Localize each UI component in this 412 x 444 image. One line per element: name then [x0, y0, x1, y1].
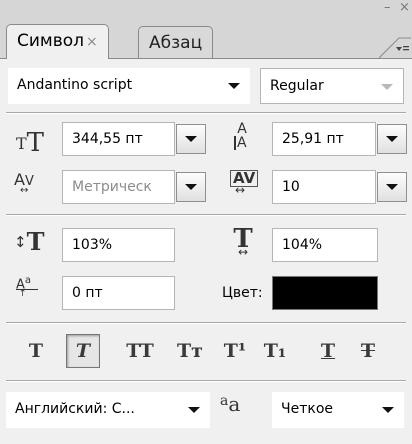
font-style-select[interactable]: Regular [260, 68, 404, 104]
divider [6, 112, 406, 114]
font-size-input[interactable]: 344,55 пт [62, 122, 175, 156]
tab-character[interactable]: Символ × [6, 24, 109, 59]
underline-button[interactable]: T [316, 336, 340, 366]
small-caps-button[interactable]: Tт [174, 336, 206, 366]
tab-paragraph-label: Абзац [149, 33, 203, 53]
chevron-down-icon [386, 184, 398, 190]
chevron-down-icon [386, 136, 398, 142]
minimize-icon[interactable]: – [384, 1, 391, 14]
tracking-input[interactable]: 10 [272, 170, 376, 204]
font-style-value: Regular [270, 78, 324, 94]
language-value: Английский: С... [15, 401, 135, 417]
horizontal-scale-value: 104% [282, 237, 323, 253]
vertical-scale-icon: ↕T [14, 227, 45, 256]
close-icon[interactable]: × [399, 1, 410, 14]
horizontal-scale-icon: T ↔ [233, 224, 253, 259]
chevron-down-icon [228, 83, 240, 89]
font-size-value: 344,55 пт [72, 131, 143, 147]
tracking-icon: AV ↔ [230, 170, 260, 196]
language-select[interactable]: Английский: С... [6, 392, 210, 428]
vertical-scale-value: 103% [72, 237, 113, 253]
color-swatch[interactable] [272, 276, 378, 310]
font-family-select[interactable]: Andantino script [8, 68, 250, 104]
baseline-shift-icon: Aa ↑ [16, 276, 46, 299]
color-label: Цвет: [222, 285, 263, 301]
divider [6, 322, 406, 324]
font-family-value: Andantino script [17, 77, 133, 93]
faux-bold-button[interactable]: T [24, 336, 48, 366]
kerning-icon: AV ↔ [14, 170, 34, 196]
tab-close-icon[interactable]: × [86, 34, 98, 50]
subscript-button[interactable]: T₁ [260, 336, 290, 366]
antialias-select[interactable]: Четкое [272, 392, 404, 428]
horizontal-scale-input[interactable]: 104% [272, 228, 378, 262]
chevron-down-icon [185, 184, 197, 190]
superscript-button[interactable]: T¹ [220, 336, 250, 366]
antialias-value: Четкое [281, 401, 334, 417]
tab-character-label: Символ [17, 31, 85, 51]
kerning-value: Метрическ [72, 179, 152, 195]
font-size-icon: TT [16, 128, 45, 158]
baseline-shift-value: 0 пт [72, 285, 103, 301]
divider [6, 214, 406, 216]
chevron-down-icon [382, 407, 394, 413]
leading-icon: A A [230, 122, 254, 150]
divider [6, 380, 406, 382]
kerning-input[interactable]: Метрическ [62, 170, 175, 204]
antialias-icon: aa [220, 392, 241, 416]
leading-value: 25,91 пт [282, 131, 344, 147]
baseline-shift-input[interactable]: 0 пт [62, 276, 175, 310]
font-size-dropdown[interactable] [176, 124, 206, 154]
tracking-dropdown[interactable] [377, 172, 407, 202]
leading-dropdown[interactable] [377, 124, 407, 154]
chevron-down-icon [188, 407, 200, 413]
leading-input[interactable]: 25,91 пт [272, 122, 376, 156]
faux-italic-button[interactable]: T [66, 334, 100, 368]
chevron-down-icon [381, 84, 393, 90]
panel-menu-icon[interactable] [378, 36, 411, 59]
chevron-down-icon [185, 136, 197, 142]
tracking-value: 10 [282, 179, 300, 195]
vertical-scale-input[interactable]: 103% [62, 228, 175, 262]
tab-paragraph[interactable]: Абзац [138, 26, 214, 60]
all-caps-button[interactable]: TT [120, 336, 160, 366]
strikethrough-button[interactable]: T [356, 336, 380, 366]
kerning-dropdown[interactable] [176, 172, 206, 202]
